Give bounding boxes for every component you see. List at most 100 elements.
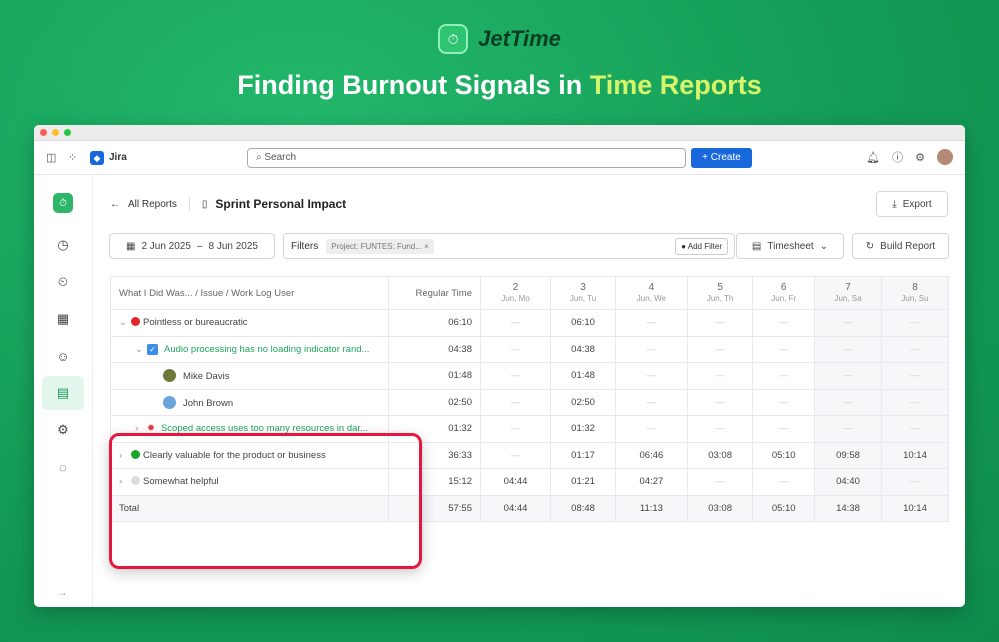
day-value: —: [686, 335, 754, 363]
jira-header: ◫ ⁘ ◆ Jira ⌕ Search + Create 🔔︎ ⓘ ⚙: [34, 141, 965, 175]
day-value: —: [752, 468, 816, 496]
regular-time: 36:33: [388, 441, 481, 469]
day-number: 5: [717, 282, 723, 293]
day-value: —: [814, 388, 882, 416]
remove-filter-icon[interactable]: ×: [424, 242, 429, 251]
day-value: 08:48: [550, 494, 616, 522]
headline: Finding Burnout Signals in Time Reports: [0, 70, 999, 101]
timesheet-dropdown[interactable]: ▤ Timesheet ⌄: [736, 233, 844, 259]
create-button[interactable]: + Create: [691, 148, 752, 168]
sidebar-chat-icon[interactable]: ◌: [42, 450, 84, 484]
day-value: —: [479, 309, 552, 337]
day-number: 3: [580, 282, 586, 293]
day-value: 04:44: [479, 468, 552, 496]
day-value: —: [614, 388, 688, 416]
jettime-app-icon[interactable]: ⏱: [53, 193, 73, 213]
day-number: 2: [512, 282, 519, 293]
maximize-window-button[interactable]: [64, 129, 71, 136]
expand-chevron-icon[interactable]: ›: [119, 450, 131, 461]
column-header-name[interactable]: What I Did Was... / Issue / Work Log Use…: [110, 276, 389, 310]
sidebar-settings-icon[interactable]: ⚙: [42, 413, 84, 447]
table-row[interactable]: › Clearly valuable for the product or bus…: [110, 441, 950, 469]
add-filter-label: Add Filter: [687, 242, 722, 251]
table-row[interactable]: › Somewhat helpful 15:12 04:44 01:21 04:27— —0…: [110, 468, 950, 496]
filter-chip[interactable]: Project: FUNTES: Fund... ×: [326, 238, 434, 254]
search-input[interactable]: ⌕ Search: [247, 148, 686, 168]
user-avatar: [163, 395, 176, 409]
jettime-logo-icon: ⏱: [438, 24, 469, 54]
table-row[interactable]: › ✹ Scoped access uses too many resources …: [110, 415, 950, 443]
category-dot-icon: [131, 476, 140, 486]
build-report-label: Build Report: [880, 240, 936, 252]
row-label: Clearly valuable for the product or busi…: [143, 449, 326, 461]
table-row[interactable]: Mike Davis 01:48—01:48— — — — —: [110, 362, 950, 390]
day-number: 8: [912, 282, 918, 293]
page-title: Sprint Personal Impact: [215, 197, 347, 211]
minimize-window-button[interactable]: [52, 129, 59, 136]
sidebar: ⏱ ◷ ⏲ ▦ ☺ ▤ ⚙ ◌ →: [34, 176, 93, 607]
column-header-day: 7 Jun, Sa: [814, 276, 882, 310]
settings-icon[interactable]: ⚙: [915, 151, 925, 164]
expand-chevron-icon[interactable]: ›: [135, 423, 147, 434]
day-value: —: [479, 362, 552, 390]
day-number: 4: [648, 282, 655, 293]
all-reports-link[interactable]: All Reports: [128, 199, 177, 210]
day-value: 05:10: [752, 441, 816, 469]
back-arrow-icon[interactable]: ←: [110, 199, 120, 210]
brand-name: JetTime: [478, 26, 561, 51]
category-dot-icon: [131, 449, 140, 459]
jira-app-name[interactable]: Jira: [109, 152, 127, 163]
expand-sidebar-icon[interactable]: →: [56, 585, 68, 599]
clipboard-icon: ▤: [751, 240, 762, 252]
sidebar-clock-icon[interactable]: ◷: [42, 228, 84, 262]
row-label[interactable]: Audio processing has no loading indicato…: [164, 344, 369, 355]
row-label: Somewhat helpful: [143, 476, 219, 488]
row-label[interactable]: Scoped access uses too many resources in…: [161, 423, 368, 434]
day-value: —: [880, 388, 950, 416]
column-header-day: 5 Jun, Th: [686, 276, 754, 310]
column-header-regular[interactable]: Regular Time: [388, 276, 481, 310]
day-label: Jun, Tu: [569, 294, 597, 303]
day-value: —: [752, 362, 816, 390]
export-button[interactable]: ⤓ Export: [876, 191, 948, 217]
sidebar-timer-icon[interactable]: ⏲: [42, 265, 84, 299]
divider: [188, 197, 190, 211]
table-row[interactable]: ⌄ Pointless or bureaucratic 06:10—06:10— — —…: [110, 309, 950, 337]
sidebar-calendar-icon[interactable]: ▦: [42, 302, 84, 336]
sidebar-reports-icon[interactable]: ▤: [42, 376, 84, 410]
filters-bar[interactable]: Filters Project: FUNTES: Fund... × ● Add…: [283, 233, 735, 259]
day-label: Jun, Sa: [834, 294, 862, 303]
day-value: —: [814, 335, 882, 363]
build-report-button[interactable]: ↻ Build Report: [852, 233, 949, 259]
add-filter-button[interactable]: ● Add Filter: [675, 238, 728, 255]
day-value: —: [880, 335, 950, 363]
sidebar-user-icon[interactable]: ☺: [42, 339, 84, 373]
day-value: —: [614, 335, 688, 363]
day-value: —: [686, 309, 754, 337]
close-window-button[interactable]: [40, 129, 47, 136]
filters-label: Filters: [291, 240, 319, 252]
headline-text: Finding Burnout Signals in: [237, 70, 590, 100]
expand-chevron-icon[interactable]: ⌄: [119, 317, 131, 328]
sidebar-toggle-icon[interactable]: ◫: [46, 151, 60, 164]
day-value: —: [614, 309, 688, 337]
day-value: 10:14: [880, 441, 950, 469]
day-value: 03:08: [686, 494, 754, 522]
app-switcher-icon[interactable]: ⁘: [68, 151, 82, 164]
date-separator: –: [196, 240, 203, 252]
expand-chevron-icon[interactable]: ›: [119, 476, 131, 487]
day-value: 04:27: [614, 468, 688, 496]
category-dot-icon: [131, 317, 140, 327]
notifications-icon[interactable]: 🔔︎: [866, 151, 880, 164]
help-icon[interactable]: ⓘ: [892, 149, 903, 165]
regular-time: 06:10: [388, 309, 481, 337]
table-row[interactable]: ⌄ ✓ Audio processing has no loading indica…: [110, 335, 950, 363]
table-row[interactable]: John Brown 02:50—02:50— — — — —: [110, 388, 950, 416]
user-avatar[interactable]: [937, 149, 953, 165]
expand-chevron-icon[interactable]: ⌄: [135, 344, 147, 355]
day-value: —: [814, 415, 882, 443]
column-header-day: 2 Jun, Mo: [479, 276, 552, 310]
date-range-picker[interactable]: ▦ 2 Jun 2025–8 Jun 2025: [109, 233, 275, 259]
regular-time: 02:50: [388, 388, 481, 416]
chevron-down-icon: ⌄: [819, 240, 829, 252]
